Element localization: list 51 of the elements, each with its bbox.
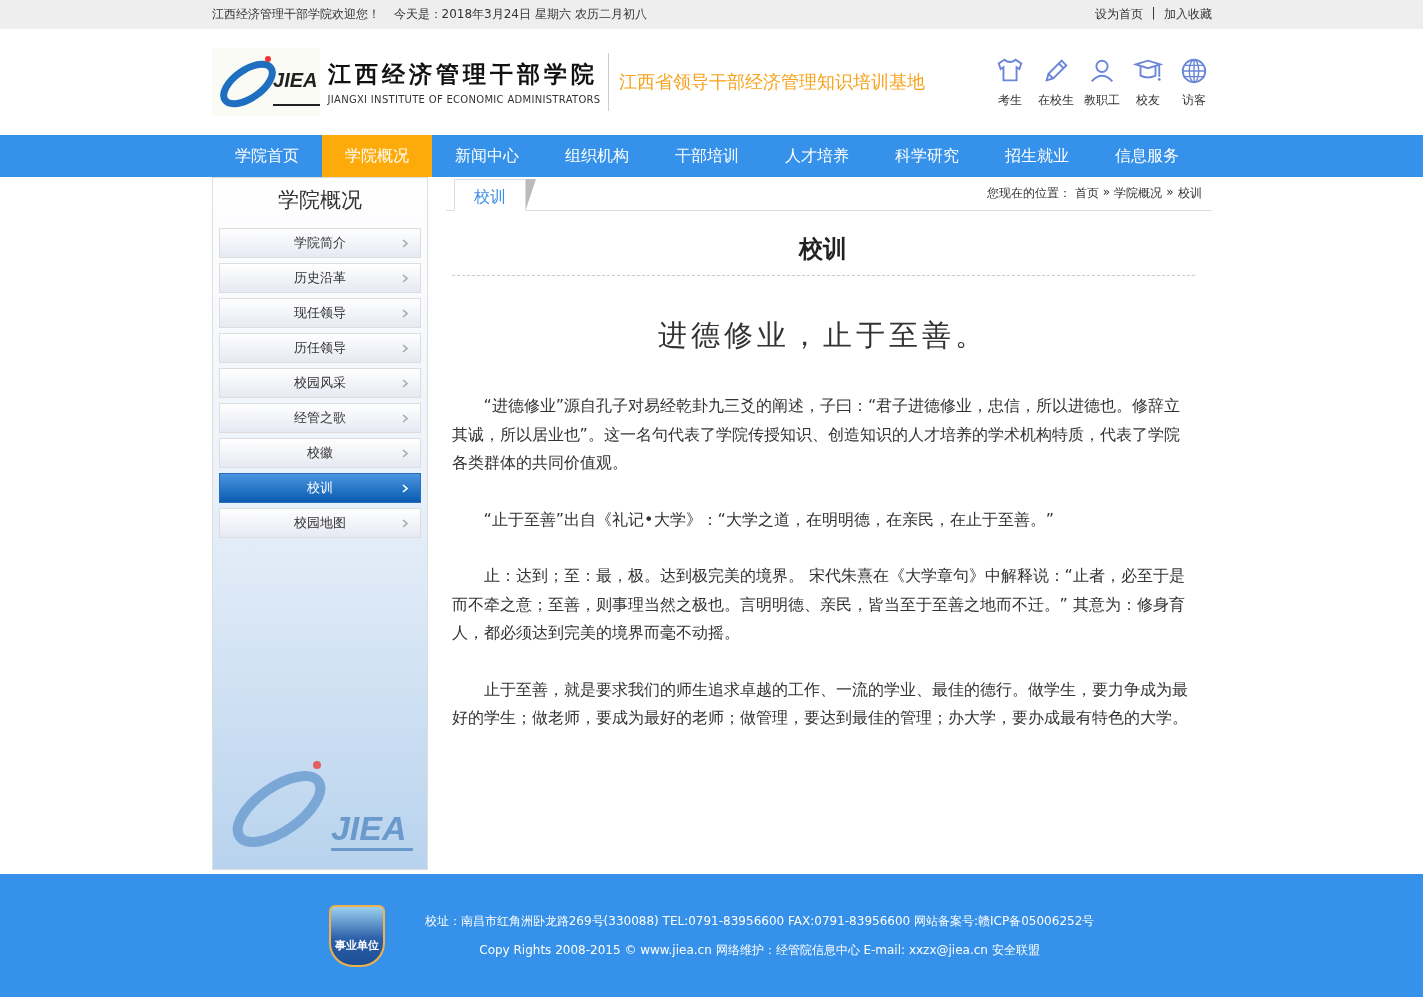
portal-link[interactable]: 校友 xyxy=(1129,55,1166,109)
breadcrumb-separator: » xyxy=(1102,185,1111,201)
chevron-icon xyxy=(401,273,408,283)
sidebar-item[interactable]: 校徽 xyxy=(218,438,421,468)
page-title: 校训 xyxy=(451,233,1195,276)
sidebar-item[interactable]: 历任领导 xyxy=(218,333,421,363)
chevron-icon xyxy=(401,343,408,353)
chevron-icon xyxy=(401,483,408,493)
top-link[interactable]: 加入收藏 xyxy=(1163,6,1212,23)
portal-link[interactable]: 在校生 xyxy=(1037,55,1074,109)
sidebar-item[interactable]: 经管之歌 xyxy=(218,403,421,433)
badge-emblem: 事业单位 xyxy=(328,904,385,967)
separator: | xyxy=(1151,6,1156,22)
sidebar-title: 学院概况 xyxy=(276,187,363,214)
portal-link[interactable]: 考生 xyxy=(991,55,1028,109)
paragraph: 止：达到；至：最，极。达到极完美的境界。 宋代朱熹在《大学章句》中解释说：“止者，必至于是而不牵之意；至善，则事理当然之极也。言明明德、亲民，皆当至于至善之地而不迁。” 其意为：修身育人，都必须达到完美的境界而毫不动摇。 xyxy=(451,565,1186,644)
portal-link[interactable]: 教职工 xyxy=(1083,55,1120,109)
sidebar-item[interactable]: 校园风采 xyxy=(218,368,421,398)
chevron-icon xyxy=(401,518,408,528)
sidebar-item[interactable]: 校园地图 xyxy=(218,508,421,538)
college-name: 江西经济管理干部学院 xyxy=(327,59,599,89)
paragraph: “止于至善”出自《礼记•大学》：“大学之道，在明明德，在亲民，在止于至善。” xyxy=(482,508,1056,531)
motto: 进德修业，止于至善。 xyxy=(657,317,989,354)
chevron-icon xyxy=(401,378,408,388)
portal-link[interactable]: 访客 xyxy=(1175,55,1212,109)
chevron-icon xyxy=(401,308,408,318)
sidebar-item[interactable]: 现任领导 xyxy=(218,298,421,328)
breadcrumb-label: 您现在的位置： xyxy=(986,185,1071,202)
tab-corner xyxy=(525,179,536,209)
chevron-icon xyxy=(401,448,408,458)
college-logo: JIEA xyxy=(211,48,320,116)
breadcrumb-link[interactable]: 首页 xyxy=(1074,185,1099,202)
sidebar-item[interactable]: 历史沿革 xyxy=(218,263,421,293)
page-tab[interactable]: 校训 xyxy=(453,179,526,211)
date-text: 今天是：2018年3月24日 星期六 农历二月初八 xyxy=(393,6,647,23)
chevron-icon xyxy=(401,238,408,248)
welcome-text: 江西经济管理干部学院欢迎您！ xyxy=(211,6,380,23)
footer-text: Copy Rights 2008-2015 © www.jiea.cn 网络维护：经管院信息中心 E-mail: xxzx@jiea.cn 安全联盟 xyxy=(479,941,1040,959)
watermark-logo: JIEA xyxy=(226,759,413,859)
college-name-english: JIANGXI INSTITUTE OF ECONOMIC ADMINISTRATORS xyxy=(327,94,601,105)
sidebar-item[interactable]: 校训 xyxy=(218,473,421,503)
footer-text: 校址：南昌市红角洲卧龙路269号(330088) TEL:0791-83956600 FAX:0791-83956600 网站备案号:赣ICP备05006252号 xyxy=(424,912,1095,930)
slogan: 江西省领导干部经济管理知识培训基地 xyxy=(619,70,927,94)
breadcrumb-link[interactable]: 学院概况 xyxy=(1114,185,1163,202)
breadcrumb-separator: » xyxy=(1166,185,1174,201)
paragraph: “进德修业”源自孔子对易经乾卦九三爻的阐述，子曰：“君子进德修业，忠信，所以进德也。修辞立其诚，所以居业也”。这一名句代表了学院传授知识、创造知识的人才培养的学术机构特质，代表了学院各类群体的共同价值观。 xyxy=(451,395,1182,474)
paragraph: 止于至善，就是要求我们的师生追求卓越的工作、一流的学业、最佳的德行。做学生，要力争成为最好的学生；做老师，要成为最好的老师；做管理，要达到最佳的管理；办大学，要办成最有特色的大学。 xyxy=(451,678,1189,729)
breadcrumb-link[interactable]: 校训 xyxy=(1177,185,1202,202)
chevron-icon xyxy=(401,413,408,423)
top-link[interactable]: 设为首页 xyxy=(1095,6,1144,23)
sidebar-item[interactable]: 学院简介 xyxy=(218,228,421,258)
